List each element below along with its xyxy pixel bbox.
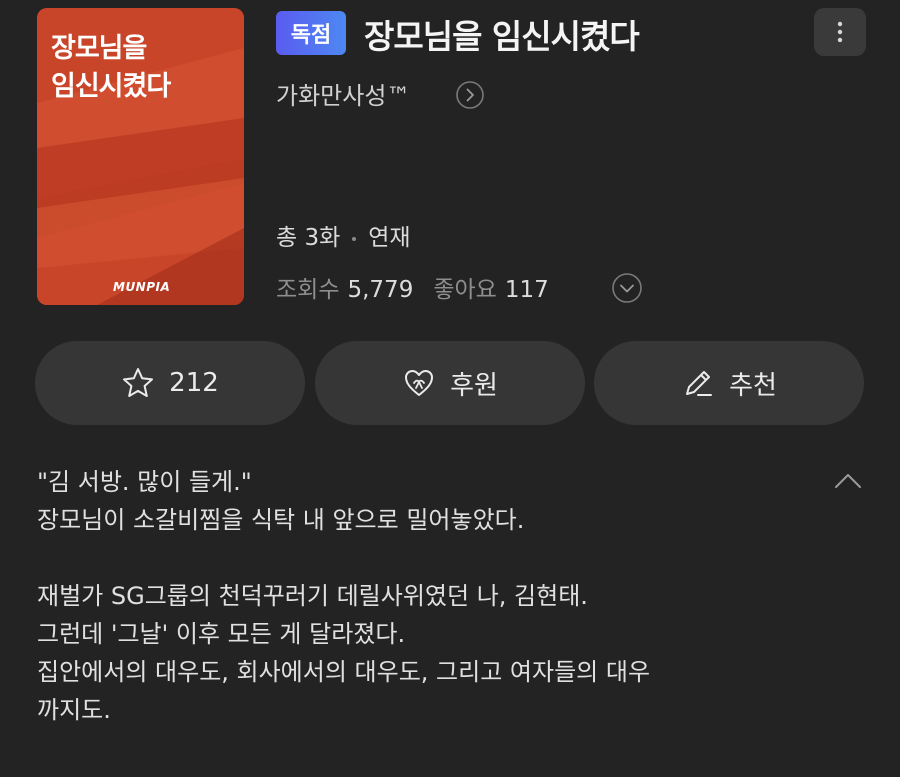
author-name[interactable]: 가화만사성™: [276, 76, 410, 111]
views-label: 조회수: [276, 277, 340, 303]
pencil-icon: [686, 371, 713, 396]
likes-count: 117: [504, 277, 549, 303]
synopsis: "김 서방. 많이 들게." 장모님이 소갈비찜을 식탁 내 앞으로 밀어놓았다…: [37, 463, 827, 729]
synopsis-line: 집안에서의 대우도, 회사에서의 대우도, 그리고 여자들의 대우: [37, 658, 651, 686]
cover-title: 장모님을 임신시켰다: [51, 33, 171, 102]
bookmark-count: 212: [169, 368, 219, 398]
chevron-up-icon[interactable]: [831, 466, 865, 496]
synopsis-line: 장모님이 소갈비찜을 식탁 내 앞으로 밀어놓았다.: [37, 506, 525, 534]
publisher-logo: MUNPIA: [113, 280, 171, 294]
episode-info: 총 3화 연재: [276, 218, 411, 252]
support-label: 후원: [450, 370, 498, 401]
synopsis-line: [37, 539, 827, 577]
synopsis-line: 그런데 '그날' 이후 모든 게 달라졌다.: [37, 620, 406, 648]
synopsis-line: 까지도.: [37, 696, 111, 724]
more-vertical-icon: [837, 21, 843, 43]
novel-detail-page: 장모님을 임신시켰다 MUNPIA 독점 장모님을 임신시켰다 가화만사성™ 총…: [0, 0, 900, 777]
synopsis-line: "김 서방. 많이 들게.": [37, 468, 252, 496]
serial-status: 연재: [368, 225, 411, 251]
star-icon: [123, 368, 154, 397]
bookmark-button[interactable]: 212: [35, 341, 305, 425]
cover-image[interactable]: 장모님을 임신시켰다 MUNPIA: [37, 8, 244, 305]
synopsis-line: 재벌가 SG그룹의 천덕꾸러기 데릴사위였던 나, 김현태.: [37, 582, 588, 610]
chevron-down-icon[interactable]: [611, 272, 643, 304]
recommend-label: 추천: [729, 370, 777, 401]
likes-label: 좋아요: [433, 277, 497, 303]
support-button[interactable]: 후원: [315, 341, 585, 425]
views-count: 5,779: [347, 277, 414, 303]
exclusive-badge: 독점: [276, 11, 346, 55]
gift-heart-icon: [405, 370, 434, 396]
stats-row: 조회수 5,779 좋아요 117: [276, 270, 569, 304]
separator-dot: [352, 236, 357, 241]
more-options-button[interactable]: [814, 8, 866, 56]
chevron-right-icon[interactable]: [455, 80, 485, 110]
novel-title: 장모님을 임신시켰다: [364, 17, 640, 56]
recommend-button[interactable]: 추천: [594, 341, 864, 425]
episode-count: 총 3화: [276, 225, 341, 251]
